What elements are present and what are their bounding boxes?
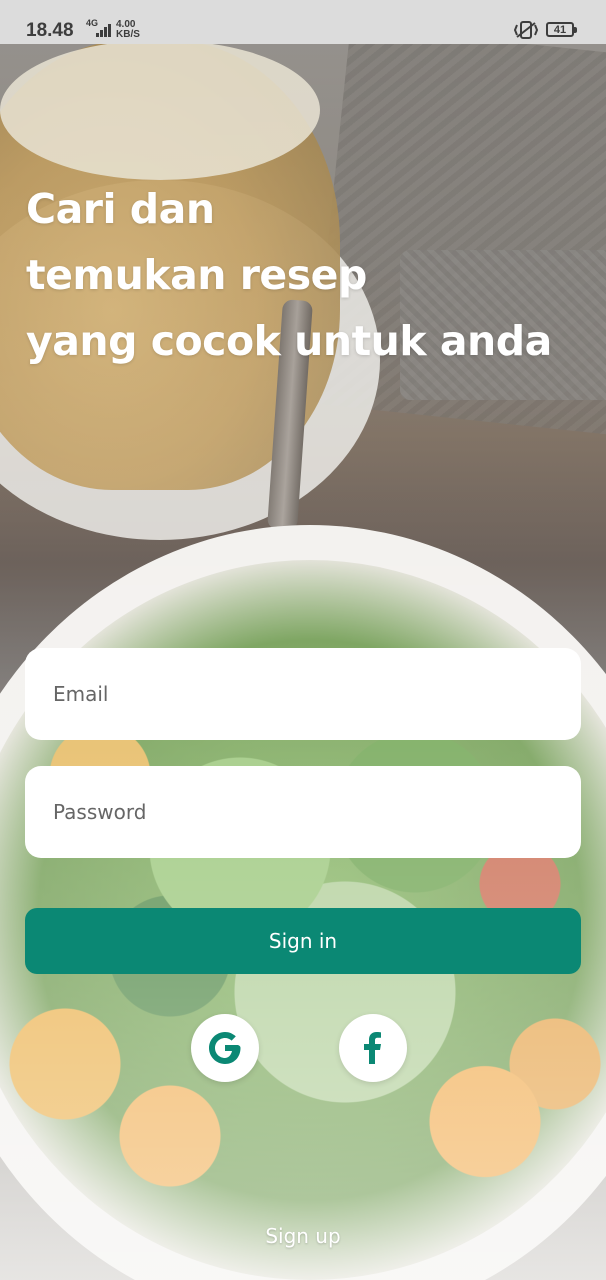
google-icon bbox=[209, 1032, 241, 1064]
hero-line-2: temukan resep bbox=[26, 251, 367, 299]
facebook-login-button[interactable] bbox=[339, 1014, 407, 1082]
vibrate-icon bbox=[513, 21, 539, 39]
status-bar: 18.48 4G 4.00 KB/S 41 bbox=[0, 0, 606, 44]
facebook-icon bbox=[364, 1032, 381, 1064]
sign-in-button[interactable]: Sign in bbox=[25, 908, 581, 974]
google-login-button[interactable] bbox=[191, 1014, 259, 1082]
sign-up-link[interactable]: Sign up bbox=[0, 1224, 606, 1248]
password-field[interactable] bbox=[25, 766, 581, 858]
signal-icon bbox=[96, 24, 111, 37]
password-input[interactable] bbox=[51, 799, 581, 825]
hero-line-1: Cari dan bbox=[26, 185, 215, 233]
battery-icon: 41 bbox=[546, 22, 577, 37]
network-speed: 4.00 KB/S bbox=[116, 20, 140, 40]
network-speed-unit: KB/S bbox=[116, 29, 140, 40]
email-field[interactable] bbox=[25, 648, 581, 740]
hero-headline: Cari dan temukan resep yang cocok untuk … bbox=[26, 176, 586, 374]
status-time: 18.48 bbox=[26, 20, 74, 41]
hero-line-3: yang cocok untuk anda bbox=[26, 317, 552, 365]
email-input[interactable] bbox=[51, 681, 581, 707]
